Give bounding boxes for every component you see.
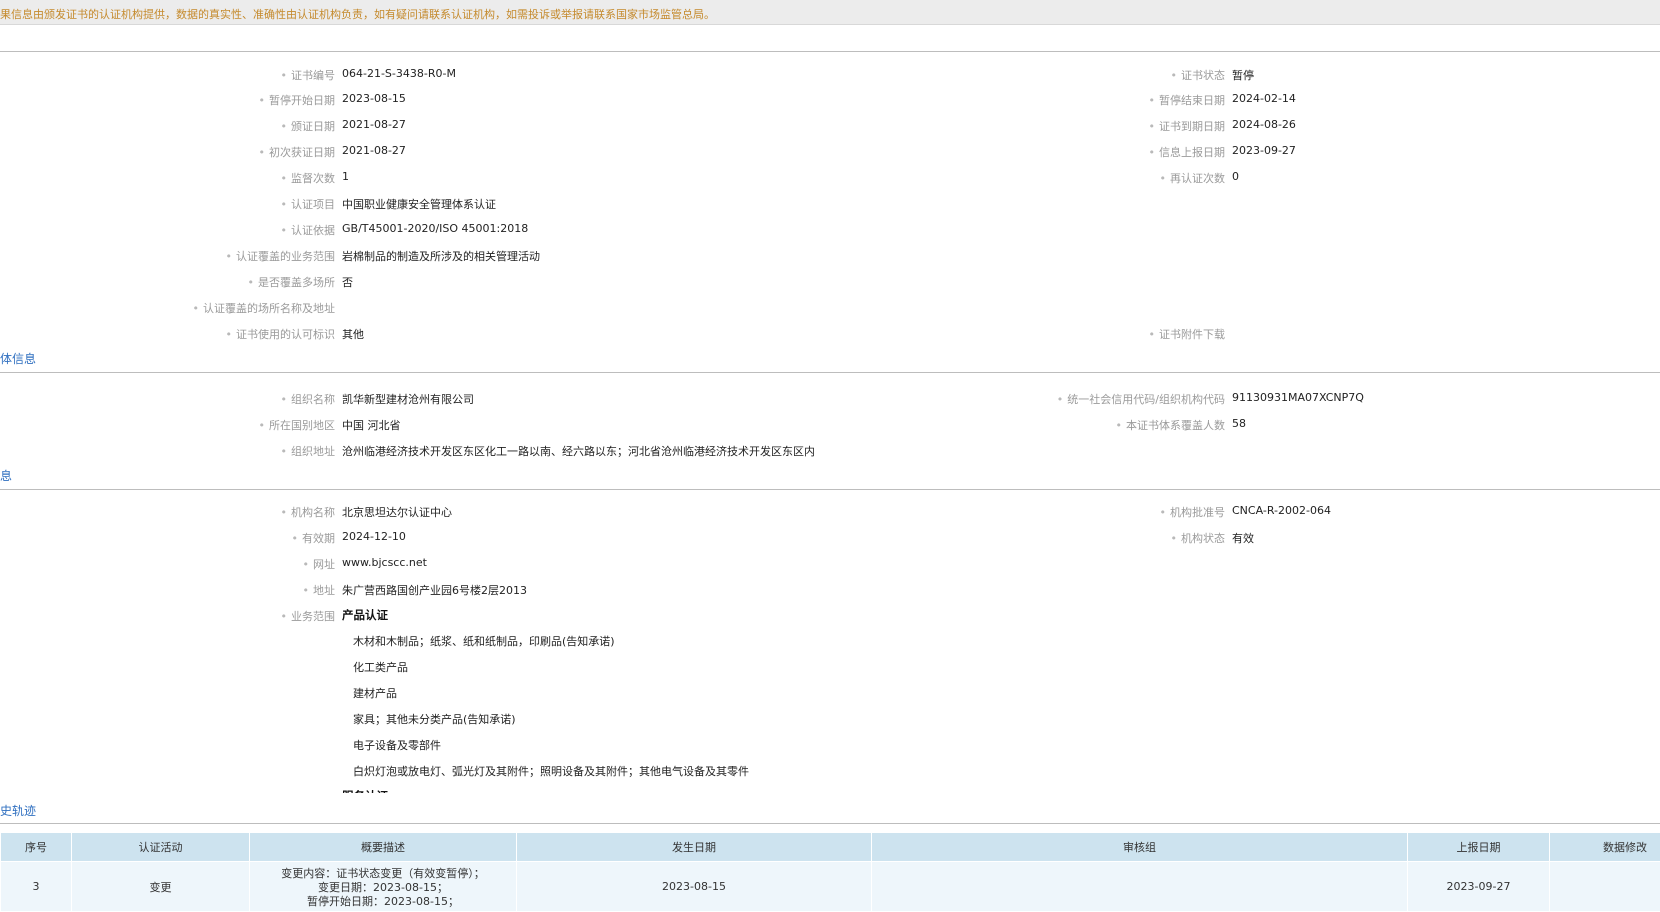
label-agency-address: •地址 — [303, 582, 336, 598]
desc-line: 变更内容：证书状态变更（有效变暂停）； — [251, 867, 515, 881]
label-approval-no: •机构批准号 — [1160, 504, 1226, 520]
col-header-no: 序号 — [1, 833, 72, 862]
value-agency-name: 北京思坦达尔认证中心 — [342, 504, 452, 520]
desc-line: 变更日期：2023-08-15； — [251, 881, 515, 895]
label-expiry-date: •证书到期日期 — [1149, 118, 1226, 134]
cell-date: 2023-08-15 — [517, 862, 872, 912]
label-credit-code: •统一社会信用代码/组织机构代码 — [1057, 391, 1225, 407]
value-cert-status: 暂停 — [1232, 67, 1254, 83]
value-agency-address: 朱广营西路国创产业园6号楼2层2013 — [342, 582, 527, 598]
notice-bar: 果信息由颁发证书的认证机构提供，数据的真实性、准确性由认证机构负责，如有疑问请联… — [0, 0, 1660, 25]
cell-modify — [1550, 862, 1660, 912]
label-suspend-end: •暂停结束日期 — [1149, 92, 1226, 108]
scroll-clip — [0, 793, 1660, 805]
value-accreditation-mark: 其他 — [342, 326, 364, 342]
label-cert-basis: •认证依据 — [281, 222, 336, 238]
label-suspend-start: •暂停开始日期 — [259, 92, 336, 108]
agency-website-link[interactable]: www.bjcscc.net — [342, 556, 427, 569]
value-org-address: 沧州临港经济技术开发区东区化工一路以南、经六路以东；河北省沧州临港经济技术开发区… — [342, 443, 815, 459]
notice-text: 果信息由颁发证书的认证机构提供，数据的真实性、准确性由认证机构负责，如有疑问请联… — [0, 6, 715, 22]
col-header-report-date: 上报日期 — [1408, 833, 1550, 862]
value-suspend-start: 2023-08-15 — [342, 92, 406, 105]
section-title-org: 体信息 — [0, 350, 36, 367]
section-title-agency: 息 — [0, 467, 12, 484]
cell-no: 3 — [1, 862, 72, 912]
col-header-date: 发生日期 — [517, 833, 872, 862]
scope-item: 家具；其他未分类产品(告知承诺) — [353, 711, 516, 727]
label-website: •网址 — [303, 556, 336, 572]
value-approval-no: CNCA-R-2002-064 — [1232, 504, 1331, 517]
value-credit-code: 91130931MA07XCNP7Q — [1232, 391, 1364, 404]
value-recert-count: 0 — [1232, 170, 1239, 183]
label-first-date: •初次获证日期 — [259, 144, 336, 160]
desc-line: 暂停开始日期：2023-08-15； — [251, 895, 515, 909]
value-first-date: 2021-08-27 — [342, 144, 406, 157]
value-supervision-count: 1 — [342, 170, 349, 183]
scope-item: 木材和木制品；纸浆、纸和纸制品，印刷品(告知承诺) — [353, 633, 615, 649]
label-report-date: •信息上报日期 — [1149, 144, 1226, 160]
label-agency-status: •机构状态 — [1171, 530, 1226, 546]
label-org-address: •组织地址 — [281, 443, 336, 459]
label-issue-date: •颁证日期 — [281, 118, 336, 134]
label-multi-site: •是否覆盖多场所 — [248, 274, 336, 290]
cell-desc: 变更内容：证书状态变更（有效变暂停）； 变更日期：2023-08-15； 暂停开… — [250, 862, 517, 912]
scope-item: 电子设备及零部件 — [353, 737, 441, 753]
divider — [0, 823, 1660, 824]
value-cert-no: 064-21-S-3438-R0-M — [342, 67, 456, 80]
scope-item: 化工类产品 — [353, 659, 408, 675]
label-cert-no: •证书编号 — [281, 67, 336, 83]
label-valid-until: •有效期 — [292, 530, 336, 546]
label-org-name: •组织名称 — [281, 391, 336, 407]
label-country-region: •所在国别地区 — [259, 417, 336, 433]
label-recert-count: •再认证次数 — [1160, 170, 1226, 186]
label-covered-people: •本证书体系覆盖人数 — [1116, 417, 1226, 433]
value-org-name: 凯华新型建材沧州有限公司 — [342, 391, 474, 407]
value-report-date: 2023-09-27 — [1232, 144, 1296, 157]
scope-item: 建材产品 — [353, 685, 397, 701]
value-suspend-end: 2024-02-14 — [1232, 92, 1296, 105]
value-business-scope: 岩棉制品的制造及所涉及的相关管理活动 — [342, 248, 540, 264]
value-cert-basis: GB/T45001-2020/ISO 45001:2018 — [342, 222, 528, 235]
label-agency-scope: •业务范围 — [281, 608, 336, 624]
value-expiry-date: 2024-08-26 — [1232, 118, 1296, 131]
value-cert-project: 中国职业健康安全管理体系认证 — [342, 196, 496, 212]
divider — [0, 51, 1660, 52]
label-business-scope: •认证覆盖的业务范围 — [226, 248, 336, 264]
history-header-row: 序号 认证活动 概要描述 发生日期 审核组 上报日期 数据修改 — [1, 833, 1660, 862]
label-agency-name: •机构名称 — [281, 504, 336, 520]
label-accreditation-mark: •证书使用的认可标识 — [226, 326, 336, 342]
cell-team — [872, 862, 1408, 912]
cert-attachment-download-link[interactable]: •证书附件下载 — [1149, 326, 1226, 342]
value-multi-site: 否 — [342, 274, 353, 290]
value-country-region: 中国 河北省 — [342, 417, 401, 433]
col-header-activity: 认证活动 — [72, 833, 250, 862]
history-table: 序号 认证活动 概要描述 发生日期 审核组 上报日期 数据修改 3 变更 变更内… — [0, 832, 1660, 912]
divider — [0, 372, 1660, 373]
table-row: 3 变更 变更内容：证书状态变更（有效变暂停）； 变更日期：2023-08-15… — [1, 862, 1660, 912]
cell-report-date: 2023-09-27 — [1408, 862, 1550, 912]
value-covered-people: 58 — [1232, 417, 1246, 430]
col-header-team: 审核组 — [872, 833, 1408, 862]
label-site-address: •认证覆盖的场所名称及地址 — [193, 300, 336, 316]
cell-activity: 变更 — [72, 862, 250, 912]
scope-item: 白炽灯泡或放电灯、弧光灯及其附件；照明设备及其附件；其他电气设备及其零件 — [353, 763, 749, 779]
col-header-modify: 数据修改 — [1550, 833, 1660, 862]
value-valid-until: 2024-12-10 — [342, 530, 406, 543]
divider — [0, 489, 1660, 490]
label-cert-status: •证书状态 — [1171, 67, 1226, 83]
col-header-desc: 概要描述 — [250, 833, 517, 862]
label-cert-project: •认证项目 — [281, 196, 336, 212]
scope-heading-product: 产品认证 — [342, 607, 388, 623]
label-supervision-count: •监督次数 — [281, 170, 336, 186]
value-agency-status: 有效 — [1232, 530, 1254, 546]
value-issue-date: 2021-08-27 — [342, 118, 406, 131]
section-title-history: 史轨迹 — [0, 802, 36, 819]
